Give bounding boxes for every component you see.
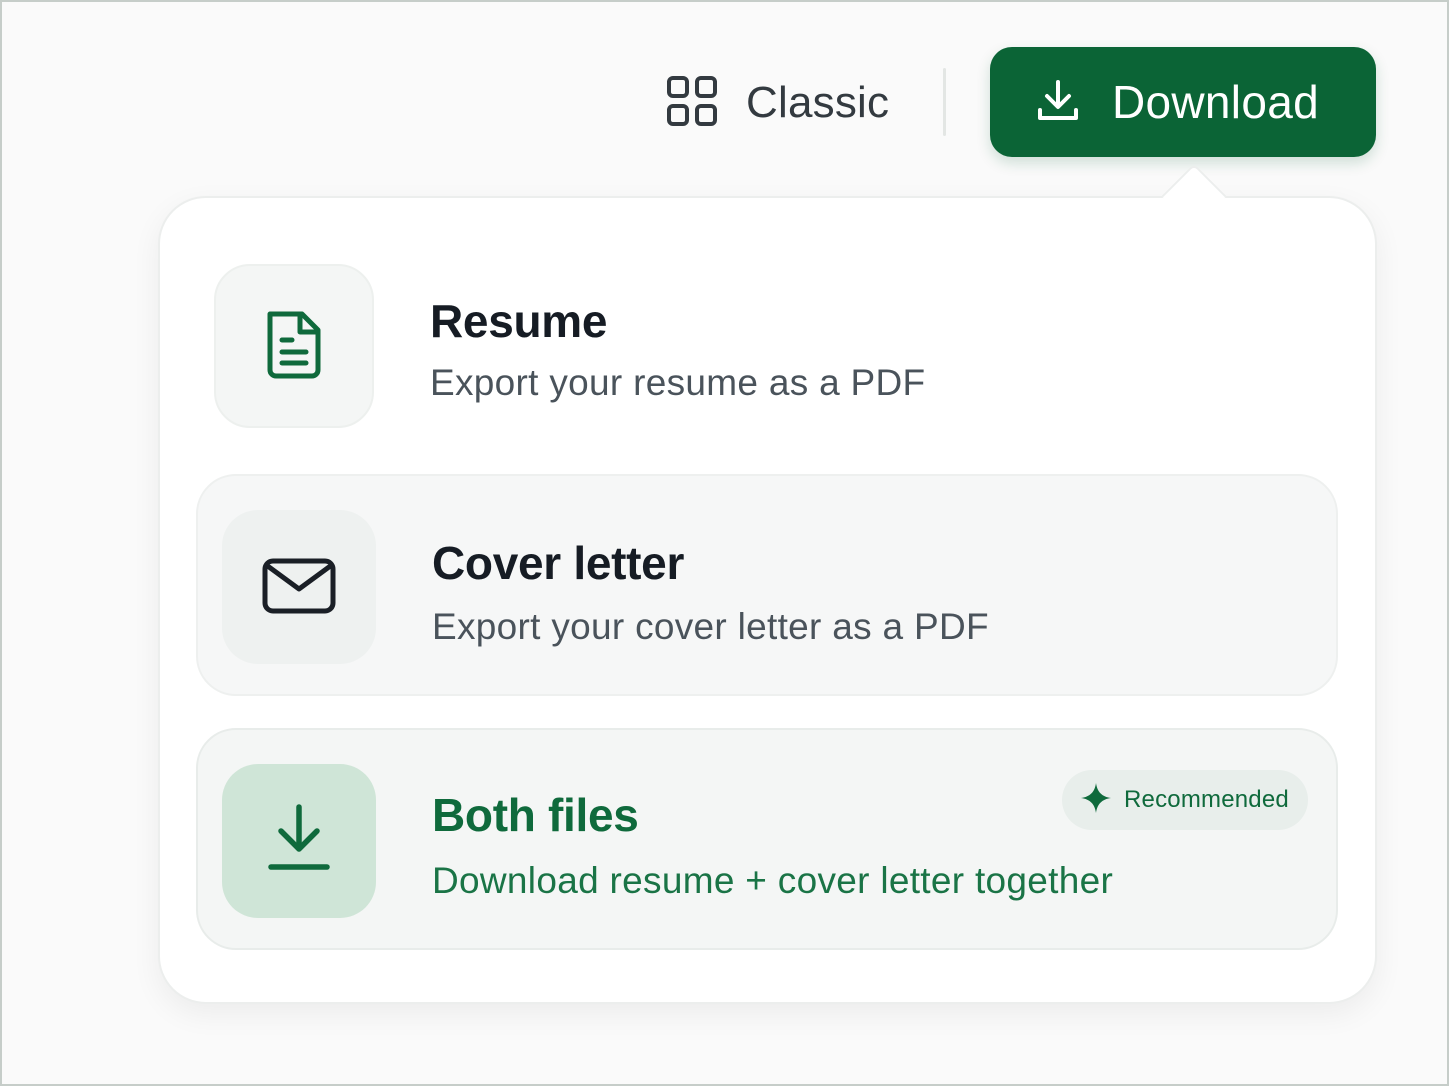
cover-letter-icon-tile xyxy=(222,510,376,664)
option-title: Cover letter xyxy=(432,537,685,589)
option-description: Export your resume as a PDF xyxy=(430,362,926,403)
grid-icon xyxy=(666,75,718,132)
toolbar-divider xyxy=(943,68,946,136)
sparkle-icon xyxy=(1080,782,1112,819)
download-button[interactable]: Download xyxy=(990,47,1376,157)
both-files-icon-tile xyxy=(222,764,376,918)
menu-option-resume[interactable]: Resume Export your resume as a PDF xyxy=(196,244,1338,450)
recommended-badge: Recommended xyxy=(1062,770,1308,830)
option-description: Export your cover letter as a PDF xyxy=(432,606,989,647)
menu-option-both-files[interactable]: Both files Download resume + cover lette… xyxy=(196,728,1338,950)
badge-label: Recommended xyxy=(1124,786,1289,813)
menu-option-cover-letter[interactable]: Cover letter Export your cover letter as… xyxy=(196,474,1338,696)
download-icon xyxy=(261,801,337,882)
option-title: Resume xyxy=(430,295,608,347)
option-description: Download resume + cover letter together xyxy=(432,860,1114,901)
classic-template-button[interactable]: Classic xyxy=(652,64,902,142)
option-title: Both files xyxy=(432,789,639,841)
mail-icon xyxy=(261,547,337,628)
resume-icon-tile xyxy=(214,264,374,428)
document-icon xyxy=(256,306,332,387)
classic-label: Classic xyxy=(746,78,890,127)
download-icon xyxy=(1034,76,1082,129)
download-label: Download xyxy=(1112,76,1319,128)
